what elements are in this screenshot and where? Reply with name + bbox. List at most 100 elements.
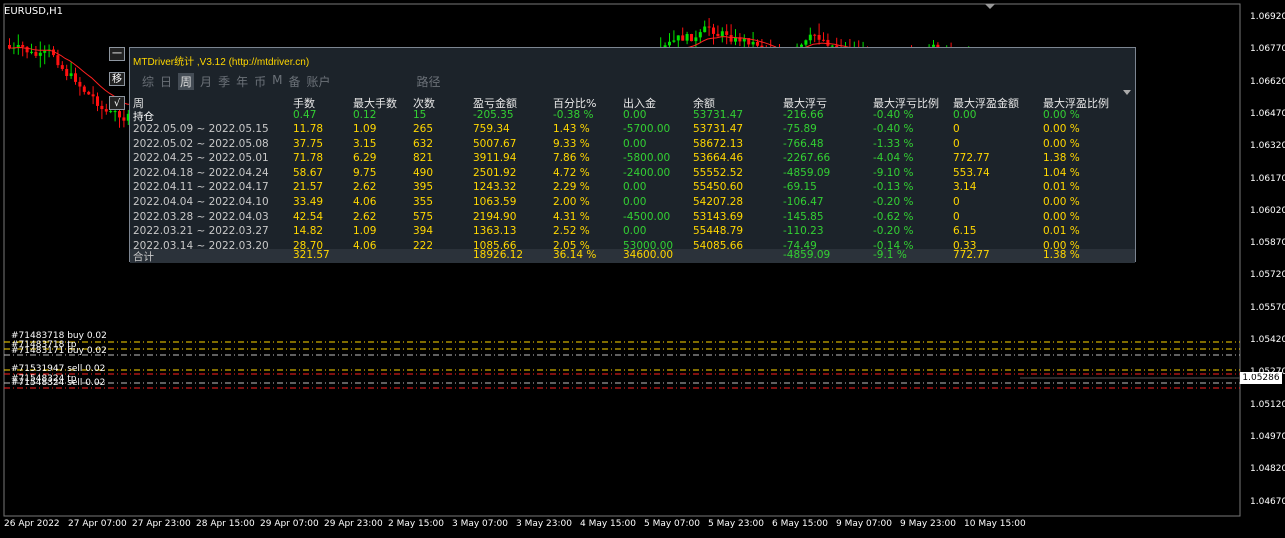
table-cell: -0.40 % <box>873 109 914 121</box>
table-cell: -4500.00 <box>623 210 671 223</box>
table-cell: 0 <box>953 137 960 150</box>
table-cell: 1363.13 <box>473 225 517 238</box>
table-cell: -0.13 % <box>873 181 914 194</box>
table-cell: 0.00 % <box>1043 196 1080 208</box>
check-button[interactable]: √ <box>109 96 125 110</box>
tab-summary[interactable]: 综 <box>142 73 154 90</box>
table-cell: 6.15 <box>953 225 977 238</box>
price-tick-label: 1.06620 <box>1250 76 1285 87</box>
table-cell: 58672.13 <box>693 137 744 150</box>
time-tick-label: 3 May 07:00 <box>452 519 508 529</box>
table-cell: 759.34 <box>473 123 510 135</box>
table-cell: 7.86 % <box>553 152 590 165</box>
table-cell: 36.14 % <box>553 249 597 261</box>
table-cell: 2022.04.18 ~ 2022.04.24 <box>133 166 269 179</box>
price-tick-label: 1.04820 <box>1250 464 1285 475</box>
time-tick-label: 27 Apr 07:00 <box>68 519 127 529</box>
move-button[interactable]: 移 <box>109 72 125 86</box>
table-cell: 33.49 <box>293 196 324 208</box>
table-cell: 321.57 <box>293 249 330 261</box>
tab-year[interactable]: 年 <box>236 73 248 90</box>
time-tick-label: 6 May 15:00 <box>772 519 828 529</box>
price-tick-label: 1.05570 <box>1250 302 1285 313</box>
candle-body <box>109 111 113 113</box>
candle-body <box>87 91 91 95</box>
table-cell: 0.01 % <box>1043 225 1080 238</box>
table-cell: 0.00 % <box>1043 123 1080 135</box>
table-cell: -216.66 <box>783 109 824 121</box>
table-cell: 0 <box>953 123 960 135</box>
candle-body <box>808 34 812 41</box>
table-cell: -145.85 <box>783 210 824 223</box>
tab-month[interactable]: 月 <box>200 73 212 90</box>
table-cell: 0 <box>953 210 960 223</box>
price-tick-label: 1.05720 <box>1250 270 1285 281</box>
table-cell: -1.33 % <box>873 137 914 150</box>
time-tick-label: 27 Apr 23:00 <box>132 519 191 529</box>
table-cell: 18926.12 <box>473 249 524 261</box>
table-cell: -205.35 <box>473 109 514 121</box>
table-cell: 53143.69 <box>693 210 744 223</box>
table-cell: -4859.09 <box>783 249 831 261</box>
time-tick-label: 10 May 15:00 <box>964 519 1026 529</box>
candle-body <box>30 51 33 53</box>
table-cell: -2400.00 <box>623 166 671 179</box>
table-cell: 0.00 <box>623 109 647 121</box>
table-cell: 0.00 <box>623 137 647 150</box>
table-cell: 772.77 <box>953 249 990 261</box>
tab-currency[interactable]: 币 <box>254 73 266 90</box>
price-tick-label: 1.06170 <box>1250 173 1285 184</box>
table-cell: -2267.66 <box>783 152 831 165</box>
table-cell: -9.1 % <box>873 249 907 261</box>
tab-magic[interactable]: M <box>272 73 282 90</box>
tab-note[interactable]: 备 <box>288 73 300 90</box>
table-cell: -0.38 % <box>553 109 594 121</box>
candle-body <box>113 111 117 113</box>
time-tick-label: 29 Apr 23:00 <box>324 519 383 529</box>
price-tick-label: 1.06920 <box>1250 12 1285 22</box>
candle-body <box>100 105 104 110</box>
table-cell: 2.62 <box>353 181 377 194</box>
table-cell: 1.04 % <box>1043 166 1080 179</box>
tab-quarter[interactable]: 季 <box>218 73 230 90</box>
table-cell: 15 <box>413 109 427 121</box>
table-cell: 632 <box>413 137 434 150</box>
minimize-button[interactable]: 一 <box>109 47 125 61</box>
table-cell: 2022.05.09 ~ 2022.05.15 <box>133 123 269 135</box>
table-cell: 55448.79 <box>693 225 744 238</box>
price-tick-label: 1.06470 <box>1250 108 1285 119</box>
table-cell: 37.75 <box>293 137 324 150</box>
candle-body <box>78 81 82 87</box>
candle-body <box>698 32 702 38</box>
order-label: #71548324 sell 0.02 <box>11 378 106 388</box>
table-cell: 2501.92 <box>473 166 517 179</box>
tab-path[interactable]: 路径 <box>417 73 441 90</box>
table-cell: 1243.32 <box>473 181 517 194</box>
table-cell: 0.00 <box>953 109 977 121</box>
table-cell: 55552.52 <box>693 166 744 179</box>
table-cell: 2022.05.02 ~ 2022.05.08 <box>133 137 269 150</box>
candle-body <box>21 44 25 47</box>
table-cell: 4.06 <box>353 196 377 208</box>
candle-body <box>685 34 689 41</box>
table-cell: 9.75 <box>353 166 377 179</box>
tab-account[interactable]: 账户 <box>306 73 330 90</box>
tab-week[interactable]: 周 <box>178 73 195 90</box>
total-row: 合计 321.57 18926.12 36.14 % 34600.00 -4859.09 -… <box>130 249 1135 263</box>
tab-day[interactable]: 日 <box>160 73 172 90</box>
table-cell: -75.89 <box>783 123 817 135</box>
table-cell: 54207.28 <box>693 196 744 208</box>
table-cell: -106.47 <box>783 196 824 208</box>
table-cell: 1.09 <box>353 123 377 135</box>
time-tick-label: 4 May 15:00 <box>580 519 636 529</box>
scroll-down-icon[interactable] <box>1123 90 1131 95</box>
candle-body <box>712 27 715 34</box>
table-cell: 2.52 % <box>553 225 590 238</box>
table-cell: 4.31 % <box>553 210 590 223</box>
table-cell: 6.29 <box>353 152 377 165</box>
table-cell: 53731.47 <box>693 109 744 121</box>
panel-title: MTDriver统计 ,V3.12 (http://mtdriver.cn) <box>133 57 310 68</box>
table-cell: -766.48 <box>783 137 824 150</box>
table-cell: 1063.59 <box>473 196 517 208</box>
candle-body <box>681 35 685 41</box>
